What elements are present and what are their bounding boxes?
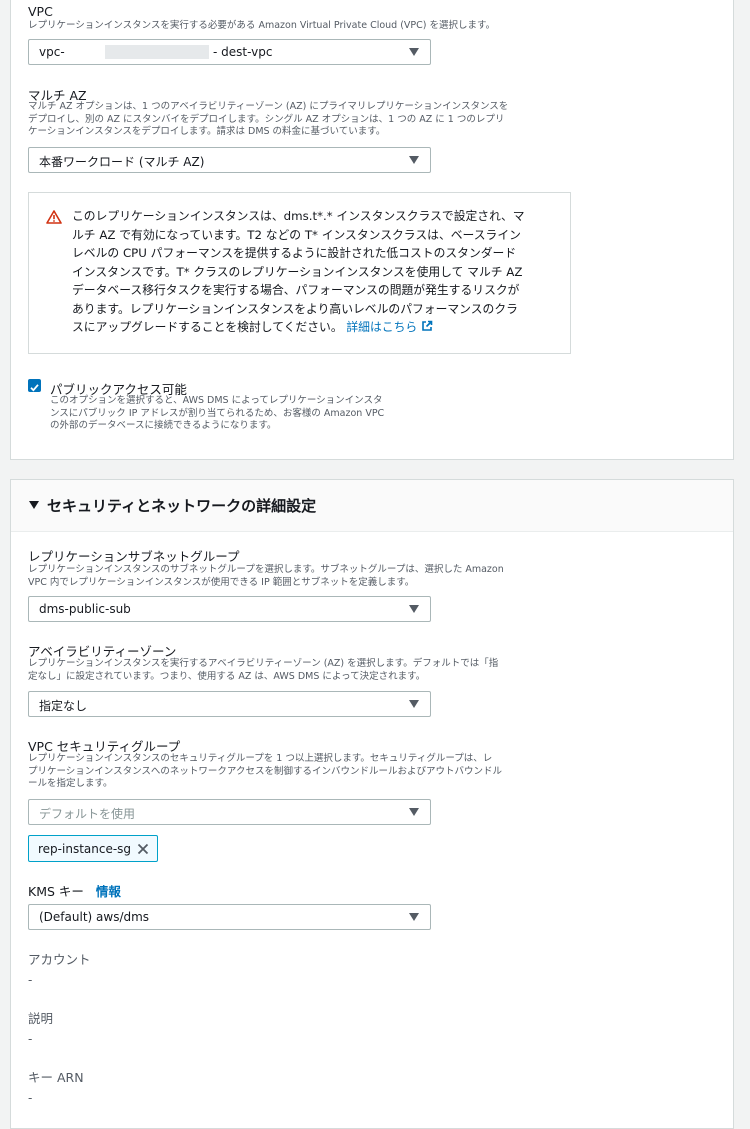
warning-line: レベルの CPU パフォーマンスを提供するように設計された低コストのスタンダード — [72, 246, 517, 260]
vpc-security-group-placeholder: デフォルトを使用 — [39, 807, 136, 821]
public-access-checkbox[interactable] — [28, 379, 41, 392]
external-link-icon — [422, 320, 433, 331]
public-access-description-line: このオプションを選択すると、AWS DMS によってレプリケーションインスタ — [50, 395, 383, 406]
security-group-token-label: rep-instance-sg — [38, 842, 132, 856]
availability-zone-description-line: 定なし」に設定されています。つまり、使用する AZ は、AWS DMS によって… — [28, 670, 426, 682]
availability-zone-description: レプリケーションインスタンスを実行するアベイラビリティーゾーン (AZ) を選択… — [28, 658, 498, 683]
kms-key-select[interactable]: (Default) aws/dms — [28, 904, 431, 930]
key-arn-label: キー ARN — [28, 1070, 84, 1085]
subnet-group-select-value: dms-public-sub — [39, 602, 131, 616]
subnet-group-label: レプリケーションサブネットグループ — [28, 549, 240, 564]
warning-line: データベース移行タスクを実行する場合、パフォーマンスの問題が発生するリスクが — [72, 283, 520, 297]
checkmark-icon — [30, 384, 39, 392]
caret-down-icon — [409, 605, 419, 613]
caret-down-icon — [409, 48, 419, 56]
expand-triangle-icon — [29, 501, 39, 509]
security-section-header[interactable]: セキュリティとネットワークの詳細設定 — [11, 480, 733, 532]
public-access-description-line: ンスにパブリック IP アドレスが割り当てられるため、お客様の Amazon V… — [50, 407, 385, 419]
warning-line: ルチ AZ で有効になっています。T2 などの T* インスタンスクラスは、ベー… — [72, 227, 521, 242]
account-label: アカウント — [28, 952, 91, 967]
kms-key-select-value: (Default) aws/dms — [39, 910, 150, 924]
vpc-security-group-description-line: レプリケーションインスタンスのセキュリティグループを 1 つ以上選択します。セキ… — [28, 753, 493, 764]
warning-icon — [46, 210, 62, 224]
warning-alert: このレプリケーションインスタンスは、dms.t*.* インスタンスクラスで設定さ… — [28, 192, 571, 354]
key-arn-value: - — [28, 1091, 33, 1105]
caret-down-icon — [409, 913, 419, 921]
remove-token-icon[interactable] — [137, 843, 149, 855]
description-value: - — [28, 1032, 33, 1046]
subnet-group-description-line: VPC 内でレプリケーションインスタンスが使用できる IP 範囲とサブネットを定… — [28, 576, 415, 588]
warning-line: このレプリケーションインスタンスは、dms.t*.* インスタンスクラスで設定さ… — [72, 209, 525, 223]
subnet-group-description-line: レプリケーションインスタンスのサブネットグループを選択します。サブネットグループ… — [28, 564, 504, 575]
security-network-panel: セキュリティとネットワークの詳細設定 レプリケーションサブネットグループ レプリ… — [10, 479, 734, 1129]
warning-line: インスタンスです。T* クラスのレプリケーションインスタンスを使用して マルチ … — [72, 264, 523, 279]
multi-az-description-line: マルチ AZ オプションは、1 つのアベイラビリティーゾーン (AZ) にプライ… — [28, 101, 509, 112]
learn-more-link[interactable]: 詳細はこちら — [346, 320, 433, 334]
multi-az-description: マルチ AZ オプションは、1 つのアベイラビリティーゾーン (AZ) にプライ… — [28, 101, 508, 139]
availability-zone-description-line: レプリケーションインスタンスを実行するアベイラビリティーゾーン (AZ) を選択… — [28, 658, 499, 669]
subnet-group-description: レプリケーションインスタンスのサブネットグループを選択します。サブネットグループ… — [28, 564, 504, 589]
multi-az-description-line: デプロイし、別の AZ にスタンバイをデプロイします。シングル AZ オプション… — [28, 113, 505, 125]
vpc-description: レプリケーションインスタンスを実行する必要がある Amazon Virtual … — [28, 20, 496, 31]
vpc-select[interactable]: vpc- - dest-vpc — [28, 39, 431, 65]
description-label: 説明 — [28, 1011, 54, 1026]
public-access-description: このオプションを選択すると、AWS DMS によってレプリケーションインスタ ン… — [50, 395, 384, 433]
vpc-select-suffix: - dest-vpc — [213, 45, 273, 59]
security-section-title: セキュリティとネットワークの詳細設定 — [47, 497, 317, 515]
warning-last-line: スにアップグレードすることを検討してください。 詳細はこちら — [72, 318, 557, 337]
caret-down-icon — [409, 808, 419, 816]
vpc-security-group-description-line: ールを指定します。 — [28, 778, 113, 789]
availability-zone-select[interactable]: 指定なし — [28, 691, 431, 717]
multi-az-select[interactable]: 本番ワークロード (マルチ AZ) — [28, 147, 431, 173]
caret-down-icon — [409, 156, 419, 164]
public-access-description-line: の外部のデータベースに接続できるようになります。 — [50, 420, 277, 431]
kms-key-label-row: KMS キー 情報 — [28, 881, 121, 900]
vpc-id-redaction — [105, 45, 209, 59]
multi-az-description-line: ケーションインスタンスをデプロイします。請求は DMS の料金に基づいています。 — [28, 126, 386, 137]
kms-info-link[interactable]: 情報 — [96, 884, 121, 899]
security-group-token: rep-instance-sg — [28, 835, 158, 862]
multi-az-select-value: 本番ワークロード (マルチ AZ) — [39, 155, 205, 169]
vpc-security-group-description-line: プリケーションインスタンスへのネットワークアクセスを制御するインバウンドルールお… — [28, 765, 502, 777]
warning-line: スにアップグレードすることを検討してください。 — [72, 320, 343, 334]
caret-down-icon — [409, 700, 419, 708]
vpc-select-prefix: vpc- — [39, 45, 65, 59]
subnet-group-select[interactable]: dms-public-sub — [28, 596, 431, 622]
kms-key-label: KMS キー — [28, 884, 84, 899]
learn-more-link-label: 詳細はこちら — [346, 320, 418, 334]
account-value: - — [28, 973, 33, 987]
vpc-label: VPC — [28, 4, 53, 19]
warning-line: あります。レプリケーションインスタンスをより高いレベルのパフォーマンスのクラ — [72, 301, 518, 316]
vpc-security-group-description: レプリケーションインスタンスのセキュリティグループを 1 つ以上選択します。セキ… — [28, 753, 502, 791]
instance-config-panel: VPC レプリケーションインスタンスを実行する必要がある Amazon Virt… — [10, 0, 734, 460]
warning-message: このレプリケーションインスタンスは、dms.t*.* インスタンスクラスで設定さ… — [72, 207, 557, 337]
availability-zone-select-value: 指定なし — [39, 699, 88, 713]
vpc-security-group-select[interactable]: デフォルトを使用 — [28, 799, 431, 825]
